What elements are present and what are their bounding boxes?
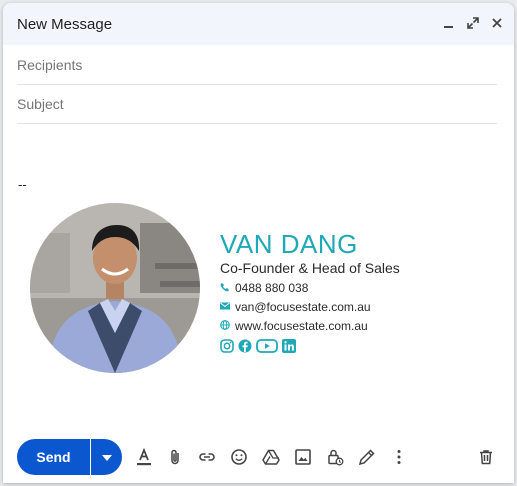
instagram-icon[interactable] (220, 339, 234, 353)
signature-website[interactable]: www.focusestate.com.au (235, 319, 368, 333)
close-icon[interactable] (488, 14, 506, 32)
signature-icon[interactable] (356, 446, 378, 468)
signature-email-row[interactable]: van@focusestate.com.au (220, 300, 371, 314)
signature-separator: -- (18, 177, 27, 192)
subject-field[interactable] (17, 85, 497, 124)
pop-out-icon[interactable] (464, 14, 482, 32)
compose-window: New Message -- (3, 3, 514, 483)
signature-email[interactable]: van@focusestate.com.au (235, 300, 371, 314)
schedule-send-button[interactable] (91, 439, 122, 475)
social-links (220, 339, 296, 353)
link-icon[interactable] (196, 446, 218, 468)
signature-phone: 0488 880 038 (235, 281, 309, 295)
email-icon (220, 300, 230, 314)
drive-icon[interactable] (260, 446, 282, 468)
compose-title: New Message (17, 16, 113, 33)
compose-toolbar: Send (3, 437, 514, 481)
subject-input[interactable] (17, 85, 497, 123)
confidential-icon[interactable] (324, 446, 346, 468)
more-options-icon[interactable] (388, 446, 410, 468)
globe-icon (220, 319, 230, 333)
signature-name: VAN DANG (220, 229, 358, 259)
dropdown-arrow-icon (101, 448, 112, 466)
formatting-icon[interactable] (133, 446, 155, 468)
minimize-icon[interactable] (440, 14, 458, 32)
signature-photo (30, 203, 200, 373)
phone-icon (220, 281, 230, 295)
recipients-field[interactable] (17, 46, 497, 85)
photo-icon[interactable] (292, 446, 314, 468)
signature-role: Co-Founder & Head of Sales (220, 260, 400, 276)
recipients-input[interactable] (17, 46, 497, 84)
emoji-icon[interactable] (228, 446, 250, 468)
discard-icon[interactable] (475, 446, 497, 468)
compose-header[interactable]: New Message (3, 3, 514, 45)
linkedin-icon[interactable] (282, 339, 296, 353)
send-button[interactable]: Send (17, 439, 90, 475)
signature-website-row[interactable]: www.focusestate.com.au (220, 319, 368, 333)
attach-icon[interactable] (164, 446, 186, 468)
facebook-icon[interactable] (238, 339, 252, 353)
signature-phone-row: 0488 880 038 (220, 281, 308, 295)
youtube-icon[interactable] (256, 339, 278, 353)
